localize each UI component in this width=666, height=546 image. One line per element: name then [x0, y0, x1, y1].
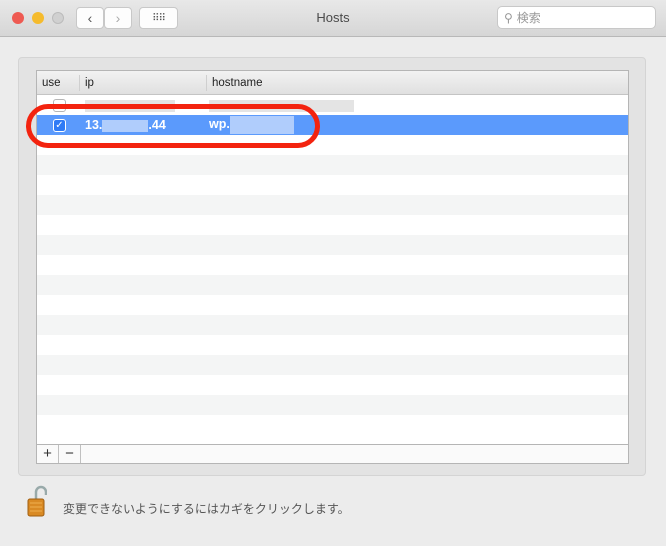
search-input[interactable]: ⚲ 検索 [497, 6, 656, 29]
table-row-empty[interactable] [37, 335, 628, 355]
table-row-empty[interactable] [37, 415, 628, 435]
add-button[interactable]: + [37, 445, 59, 463]
unlocked-lock-icon[interactable] [27, 485, 47, 517]
title-bar: ‹ › ⠿⠿ Hosts ⚲ 検索 [0, 0, 666, 37]
column-ip[interactable]: ip [80, 74, 207, 91]
table-row-empty[interactable] [37, 355, 628, 375]
table-row-empty[interactable] [37, 275, 628, 295]
table-row-empty[interactable] [37, 235, 628, 255]
column-use[interactable]: use [37, 74, 80, 91]
table-row-empty[interactable] [37, 295, 628, 315]
search-icon: ⚲ [504, 10, 513, 25]
table-row-empty[interactable] [37, 315, 628, 335]
table-row-empty[interactable] [37, 375, 628, 395]
search-placeholder: 検索 [516, 11, 541, 25]
table-row-empty[interactable] [37, 395, 628, 415]
column-hostname[interactable]: hostname [207, 75, 263, 91]
table-row-empty[interactable] [37, 175, 628, 195]
remove-button[interactable]: − [59, 445, 81, 463]
highlight-annotation [26, 104, 320, 148]
table-row-empty[interactable] [37, 255, 628, 275]
table-footer: + − [37, 444, 628, 463]
table-row-empty[interactable] [37, 215, 628, 235]
table-header: use ip hostname [37, 71, 628, 95]
table-row-empty[interactable] [37, 195, 628, 215]
table-row-empty[interactable] [37, 155, 628, 175]
lock-message: 変更できないようにするにはカギをクリックします。 [63, 502, 350, 516]
